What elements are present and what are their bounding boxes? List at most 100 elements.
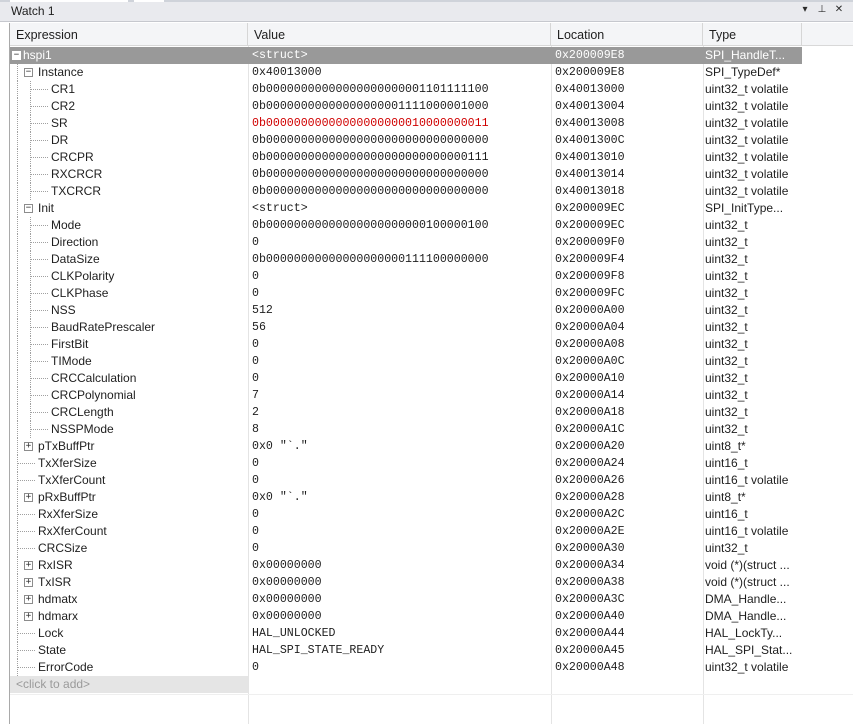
tree-line [31, 412, 48, 413]
type-cell: HAL_SPI_Stat... [705, 643, 793, 657]
watch-row[interactable]: Lock HAL_UNLOCKED 0x20000A44 HAL_LockTy... [10, 625, 802, 642]
add-expression-input[interactable]: <click to add> [10, 676, 248, 693]
expand-icon[interactable]: + [24, 442, 33, 451]
value-cell[interactable]: 0b00000000000000000000111100000000 [248, 251, 551, 268]
value-cell[interactable]: 0 [248, 353, 551, 370]
value-cell[interactable]: 0x00000000 [248, 557, 551, 574]
expand-icon[interactable]: + [24, 493, 33, 502]
watch-row[interactable]: NSSPMode 8 0x20000A1C uint32_t [10, 421, 802, 438]
watch-row[interactable]: + TxISR 0x00000000 0x20000A38 void (*)(struc… [10, 574, 802, 591]
value-cell[interactable]: 0 [248, 336, 551, 353]
value-cell[interactable]: 0 [248, 540, 551, 557]
value-cell[interactable]: 0b00000000000000000000010000000011 [248, 115, 551, 132]
value-cell[interactable]: 512 [248, 302, 551, 319]
value-cell[interactable]: 0 [248, 234, 551, 251]
watch-row[interactable]: FirstBit 0 0x20000A08 uint32_t [10, 336, 802, 353]
expand-icon[interactable]: + [24, 612, 33, 621]
watch-row[interactable]: CLKPhase 0 0x200009FC uint32_t [10, 285, 802, 302]
pin-icon[interactable]: ⊥ [815, 3, 829, 17]
value-cell[interactable]: 0x0 "`." [248, 438, 551, 455]
value-cell[interactable]: 8 [248, 421, 551, 438]
watch-row[interactable]: State HAL_SPI_STATE_READY 0x20000A45 HAL_SP… [10, 642, 802, 659]
expand-icon[interactable]: + [24, 595, 33, 604]
watch-row[interactable]: TxXferSize 0 0x20000A24 uint16_t [10, 455, 802, 472]
location-cell: 0x20000A20 [555, 440, 625, 453]
watch-row[interactable]: Direction 0 0x200009F0 uint32_t [10, 234, 802, 251]
watch-row[interactable]: CRCCalculation 0 0x20000A10 uint32_t [10, 370, 802, 387]
type-cell: uint32_t [705, 303, 748, 317]
type-cell: uint32_t volatile [705, 184, 789, 198]
watch-row[interactable]: TIMode 0 0x20000A0C uint32_t [10, 353, 802, 370]
tree-line [31, 225, 48, 226]
expand-icon[interactable]: + [24, 578, 33, 587]
value-cell[interactable]: 0b00000000000000000000000000000000 [248, 183, 551, 200]
watch-row[interactable]: DataSize 0b000000000000000000001111000000… [10, 251, 802, 268]
watch-row[interactable]: + pRxBuffPtr 0x0 "`." 0x20000A28 uint8_t* [10, 489, 802, 506]
column-header-location[interactable]: Location [551, 23, 703, 46]
value-cell[interactable]: 0 [248, 285, 551, 302]
expand-icon[interactable]: + [24, 561, 33, 570]
column-header-type[interactable]: Type [703, 23, 802, 46]
watch-row[interactable]: DR 0b00000000000000000000000000000000 0x40… [10, 132, 802, 149]
value-cell[interactable]: 0b00000000000000000000001101111100 [248, 81, 551, 98]
watch-row[interactable]: CR1 0b00000000000000000000001101111100 0x4… [10, 81, 802, 98]
value-cell[interactable]: 0 [248, 268, 551, 285]
watch-row[interactable]: TxXferCount 0 0x20000A26 uint16_t volatile [10, 472, 802, 489]
value-cell[interactable]: 56 [248, 319, 551, 336]
watch-row[interactable]: RXCRCR 0b00000000000000000000000000000000… [10, 166, 802, 183]
watch-row[interactable]: + pTxBuffPtr 0x0 "`." 0x20000A20 uint8_t* [10, 438, 802, 455]
value-cell[interactable]: 0x00000000 [248, 574, 551, 591]
value-cell[interactable]: 0x40013000 [248, 64, 551, 81]
value-cell[interactable]: <struct> [248, 47, 551, 64]
value-cell[interactable]: 0 [248, 472, 551, 489]
collapse-icon[interactable]: − [24, 204, 33, 213]
column-header-value[interactable]: Value [248, 23, 551, 46]
watch-row[interactable]: CR2 0b00000000000000000001111000001000 0x4… [10, 98, 802, 115]
watch-row[interactable]: CRCLength 2 0x20000A18 uint32_t [10, 404, 802, 421]
value-cell[interactable]: 7 [248, 387, 551, 404]
column-header-expression[interactable]: Expression [10, 23, 248, 46]
value-cell[interactable]: 0b00000000000000000001111000001000 [248, 98, 551, 115]
watch-row[interactable]: ErrorCode 0 0x20000A48 uint32_t volatile [10, 659, 802, 676]
value-cell[interactable]: <struct> [248, 200, 551, 217]
value-cell[interactable]: 2 [248, 404, 551, 421]
watch-row[interactable]: RxXferSize 0 0x20000A2C uint16_t [10, 506, 802, 523]
tree-line [31, 140, 48, 141]
location-cell: 0x200009F4 [555, 253, 625, 266]
value-cell[interactable]: HAL_SPI_STATE_READY [248, 642, 551, 659]
value-cell[interactable]: 0b00000000000000000000000000000000 [248, 166, 551, 183]
watch-row[interactable]: CRCSize 0 0x20000A30 uint32_t [10, 540, 802, 557]
watch-row[interactable]: NSS 512 0x20000A00 uint32_t [10, 302, 802, 319]
watch-row[interactable]: BaudRatePrescaler 56 0x20000A04 uint32_t [10, 319, 802, 336]
value-cell[interactable]: 0b00000000000000000000000000000000 [248, 132, 551, 149]
watch-row[interactable]: + hdmatx 0x00000000 0x20000A3C DMA_Handle... [10, 591, 802, 608]
value-cell[interactable]: 0b00000000000000000000000100000100 [248, 217, 551, 234]
value-cell[interactable]: 0x00000000 [248, 591, 551, 608]
value-cell[interactable]: 0 [248, 506, 551, 523]
watch-row[interactable]: RxXferCount 0 0x20000A2E uint16_t volatile [10, 523, 802, 540]
watch-row[interactable]: CLKPolarity 0 0x200009F8 uint32_t [10, 268, 802, 285]
value-cell[interactable]: HAL_UNLOCKED [248, 625, 551, 642]
collapse-icon[interactable]: − [24, 68, 33, 77]
watch-row[interactable]: CRCPR 0b00000000000000000000000000000111 0… [10, 149, 802, 166]
value-cell[interactable]: 0x0 "`." [248, 489, 551, 506]
value-cell[interactable]: 0 [248, 659, 551, 676]
close-icon[interactable]: ✕ [832, 3, 846, 17]
watch-row[interactable]: − Instance 0x40013000 0x200009E8 SPI_TypeDef… [10, 64, 802, 81]
value-cell[interactable]: 0 [248, 523, 551, 540]
watch-row[interactable]: Mode 0b00000000000000000000000100000100 0x… [10, 217, 802, 234]
collapse-icon[interactable]: − [12, 51, 21, 60]
watch-row[interactable]: − Init <struct> 0x200009EC SPI_InitType... [10, 200, 802, 217]
watch-row[interactable]: SR 0b00000000000000000000010000000011 0x40… [10, 115, 802, 132]
watch-row[interactable]: − hspi1 <struct> 0x200009E8 SPI_HandleT... [10, 47, 802, 64]
value-cell[interactable]: 0 [248, 370, 551, 387]
value-cell[interactable]: 0b00000000000000000000000000000111 [248, 149, 551, 166]
tree-line [18, 650, 35, 651]
value-cell[interactable]: 0 [248, 455, 551, 472]
value-cell[interactable]: 0x00000000 [248, 608, 551, 625]
watch-row[interactable]: CRCPolynomial 7 0x20000A14 uint32_t [10, 387, 802, 404]
watch-row[interactable]: + hdmarx 0x00000000 0x20000A40 DMA_Handle... [10, 608, 802, 625]
watch-row[interactable]: TXCRCR 0b00000000000000000000000000000000… [10, 183, 802, 200]
dropdown-arrow-icon[interactable]: ▾ [798, 3, 812, 17]
watch-row[interactable]: + RxISR 0x00000000 0x20000A34 void (*)(struc… [10, 557, 802, 574]
